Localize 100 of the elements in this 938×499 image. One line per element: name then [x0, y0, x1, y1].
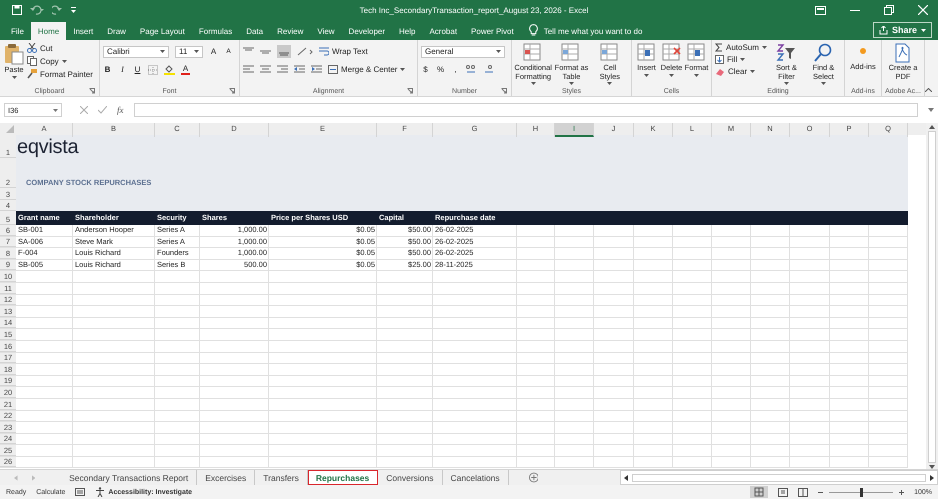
scroll-right-icon[interactable] — [930, 474, 934, 480]
format-painter-button[interactable]: Format Painter — [27, 69, 93, 79]
caret-icon — [750, 70, 756, 73]
align-left-icon[interactable] — [243, 65, 254, 74]
caret-icon — [160, 50, 165, 53]
ribbon-display-icon[interactable] — [815, 6, 826, 14]
caret-icon — [921, 28, 926, 32]
sigma-icon — [715, 43, 723, 52]
pdf-icon — [895, 43, 911, 63]
align-bottom-icon[interactable] — [277, 45, 291, 58]
italic-button[interactable]: I — [118, 65, 127, 74]
dialog-launcher-icon[interactable] — [407, 88, 413, 94]
zoom-in-icon[interactable] — [899, 490, 904, 494]
percent-button[interactable]: % — [436, 65, 445, 74]
caret-icon — [607, 82, 612, 85]
share-icon — [878, 26, 888, 34]
ribbon-tab[interactable]: Power Pivot — [464, 22, 521, 40]
underline-button[interactable]: U — [133, 65, 142, 74]
close-icon[interactable] — [918, 5, 928, 15]
caret-icon — [784, 82, 789, 85]
vertical-scrollbar[interactable] — [926, 123, 938, 469]
undo-icon[interactable] — [30, 5, 44, 15]
align-right-icon[interactable] — [277, 65, 288, 74]
ribbon-tab[interactable]: Acrobat — [422, 22, 464, 40]
tell-me-search[interactable]: Tell me what you want to do — [544, 26, 642, 36]
scroll-left-icon[interactable] — [624, 474, 628, 480]
fill-color-icon[interactable] — [164, 64, 175, 75]
caret-icon — [762, 46, 767, 49]
ribbon-tab[interactable]: Insert — [66, 22, 100, 40]
ribbon-tab[interactable]: Home — [30, 22, 66, 40]
collapse-ribbon-icon[interactable] — [925, 88, 932, 92]
expand-formula-icon[interactable] — [928, 108, 934, 112]
number-format-field[interactable]: General — [421, 46, 505, 58]
bold-button[interactable]: B — [103, 65, 112, 74]
copy-button[interactable]: Copy — [27, 56, 93, 66]
font-size-field[interactable]: 11 — [175, 46, 203, 58]
horizontal-scrollbar[interactable] — [620, 470, 938, 485]
page-break-icon[interactable] — [798, 488, 808, 496]
customize-icon[interactable] — [71, 7, 76, 13]
normal-view-icon[interactable] — [750, 486, 768, 498]
scissors-icon — [27, 43, 37, 53]
dialog-launcher-icon[interactable] — [501, 88, 507, 94]
ribbon-tab[interactable]: Developer — [342, 22, 392, 40]
paintbrush-icon — [27, 69, 37, 79]
ribbon-tab[interactable]: View — [310, 22, 342, 40]
caret-icon — [400, 68, 406, 71]
clear-button[interactable]: Clear — [715, 67, 767, 76]
eraser-icon — [715, 68, 725, 76]
page-layout-icon[interactable] — [778, 488, 788, 496]
borders-icon[interactable] — [148, 64, 158, 74]
fill-button[interactable]: Fill — [715, 55, 767, 64]
sheet-tab[interactable]: Repurchases — [308, 470, 378, 485]
scroll-up-icon[interactable] — [929, 125, 935, 129]
sort-filter-icon — [776, 43, 796, 63]
align-center-icon[interactable] — [260, 65, 271, 74]
increase-indent-icon[interactable] — [311, 65, 322, 74]
caret-icon — [644, 74, 649, 76]
share-button[interactable]: Share — [872, 22, 932, 38]
add-sheet-icon[interactable] — [528, 472, 538, 483]
decrease-indent-icon[interactable] — [294, 65, 305, 74]
scroll-thumb[interactable] — [928, 131, 936, 463]
increase-decimal-icon[interactable] — [466, 65, 477, 74]
save-icon[interactable] — [12, 5, 22, 15]
ribbon-tab[interactable]: Help — [392, 22, 422, 40]
dialog-launcher-icon[interactable] — [229, 88, 235, 94]
accessibility-icon[interactable] — [95, 487, 106, 497]
ribbon-tab[interactable]: File — [4, 22, 31, 40]
dialog-launcher-icon[interactable] — [89, 88, 95, 94]
caret-icon — [740, 58, 746, 61]
caret-icon — [62, 60, 67, 62]
font-color-button[interactable]: A — [181, 64, 190, 74]
comma-style-button[interactable]: , — [451, 65, 460, 74]
decrease-decimal-icon[interactable] — [483, 65, 494, 74]
insert-function-button[interactable]: fx — [117, 105, 124, 115]
scroll-thumb[interactable] — [632, 474, 926, 482]
caret-icon — [669, 74, 674, 76]
orientation-icon[interactable] — [297, 47, 313, 56]
grow-font-button[interactable]: A — [209, 47, 218, 56]
window-title: Tech Inc_SecondaryTransaction_report_August 23, 2026 - Excel — [360, 6, 588, 14]
ribbon-tab[interactable]: Formulas — [192, 22, 240, 40]
autosum-button[interactable]: AutoSum — [715, 43, 767, 52]
zoom-slider-thumb[interactable] — [860, 488, 863, 496]
ribbon-tab[interactable]: Draw — [100, 22, 133, 40]
ribbon-tab[interactable]: Data — [239, 22, 270, 40]
redo-icon[interactable] — [52, 5, 63, 15]
lightbulb-icon — [528, 24, 538, 36]
table-grid-icon — [600, 43, 620, 63]
caret-icon — [496, 50, 501, 53]
caret-icon — [694, 74, 699, 76]
merge-center-button[interactable]: Merge & Center — [328, 65, 406, 74]
currency-button[interactable]: $ — [421, 65, 430, 74]
restore-icon[interactable] — [884, 5, 894, 15]
ribbon-tab[interactable]: Page Layout — [132, 22, 192, 40]
search-icon — [813, 43, 834, 63]
macro-record-icon[interactable] — [75, 488, 86, 496]
formula-input[interactable] — [134, 103, 918, 117]
cut-button[interactable]: Cut — [27, 43, 93, 53]
font-name-field[interactable]: Calibri — [103, 46, 169, 58]
wrap-text-button[interactable]: Wrap Text — [319, 47, 368, 56]
ribbon-tab[interactable]: Review — [270, 22, 310, 40]
